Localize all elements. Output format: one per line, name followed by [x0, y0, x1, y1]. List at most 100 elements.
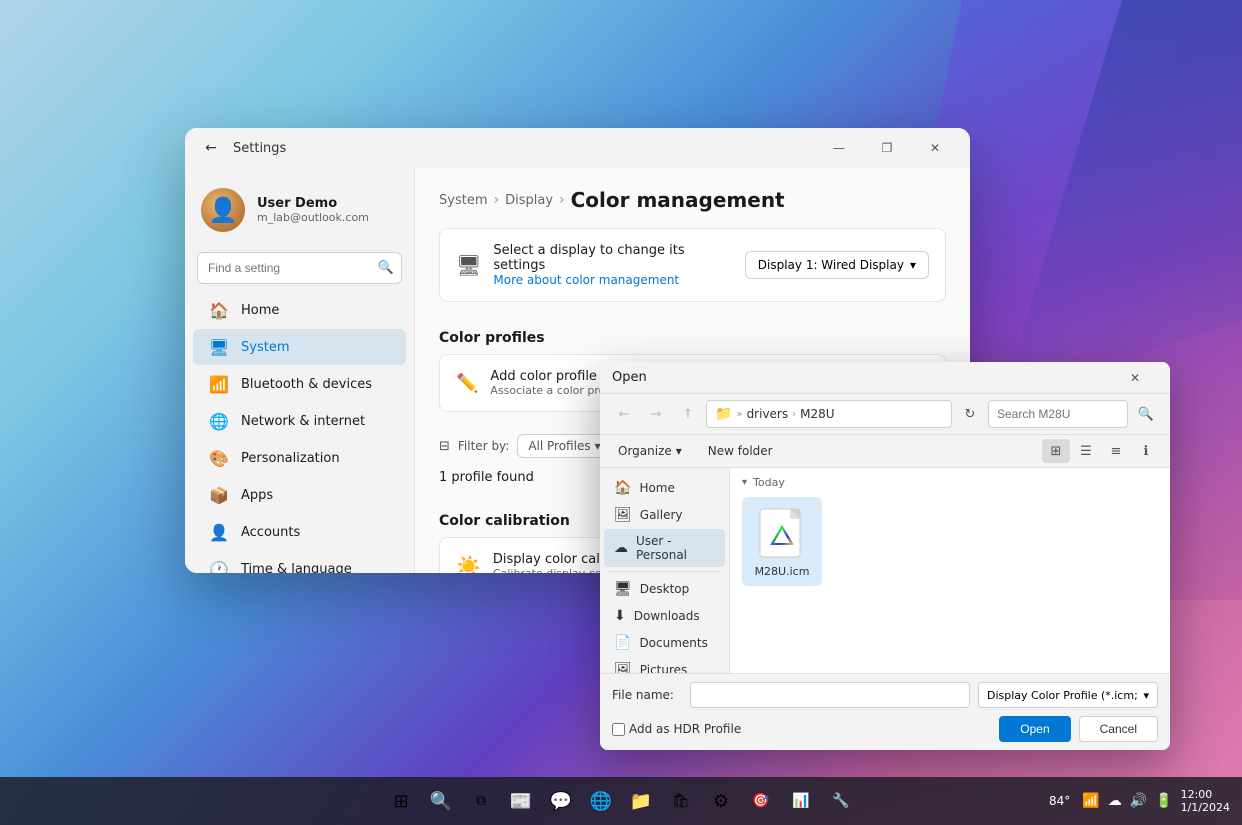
dialog-nav-pictures[interactable]: 🖼 Pictures: [604, 657, 725, 673]
monitor-icon: 🖥: [456, 253, 481, 277]
taskbar-center: ⊞ 🔍 ⧉ 📰 💬 🌐 📁 🛍 ⚙ 🎯 📊 🔧: [383, 783, 859, 819]
forward-arrow[interactable]: →: [642, 402, 670, 426]
filter-select[interactable]: All Profiles ▾: [517, 434, 611, 458]
path-segment-m28u[interactable]: M28U: [800, 407, 834, 421]
avatar: 👤: [201, 188, 245, 232]
home-icon: 🏠: [209, 300, 229, 320]
taskbar-app2[interactable]: 📊: [783, 783, 819, 819]
maximize-button[interactable]: ❐: [864, 133, 910, 163]
file-grid: M28U.icm: [742, 497, 1158, 586]
user-personal-icon: ☁: [614, 540, 628, 556]
taskbar-network-icon[interactable]: 📶: [1082, 793, 1099, 809]
dialog-controls: ✕: [1112, 363, 1158, 393]
taskbar-search-button[interactable]: 🔍: [423, 783, 459, 819]
sidebar-item-home-label: Home: [241, 303, 279, 318]
window-controls: — ❐ ✕: [816, 133, 958, 163]
sidebar-item-network[interactable]: 🌐 Network & internet: [193, 403, 406, 439]
sidebar-item-bluetooth[interactable]: 📶 Bluetooth & devices: [193, 366, 406, 402]
filename-input[interactable]: [690, 682, 970, 708]
dialog-nav-home[interactable]: 🏠 Home: [604, 475, 725, 501]
sidebar-item-system[interactable]: 🖥 System: [193, 329, 406, 365]
taskbar-battery-icon[interactable]: 🔋: [1155, 793, 1172, 809]
taskbar-file-explorer-button[interactable]: 📁: [623, 783, 659, 819]
taskbar-onedrive-icon[interactable]: ☁: [1108, 793, 1122, 809]
file-item-m28u[interactable]: M28U.icm: [742, 497, 822, 586]
dialog-titlebar: Open ✕: [600, 362, 1170, 394]
cancel-button[interactable]: Cancel: [1079, 716, 1158, 742]
taskbar-app3[interactable]: 🔧: [823, 783, 859, 819]
taskbar-settings-button[interactable]: ⚙: [703, 783, 739, 819]
dialog-nav-gallery[interactable]: 🖼 Gallery: [604, 502, 725, 528]
open-button[interactable]: Open: [999, 716, 1070, 742]
chevron-down-icon: ▾: [910, 258, 916, 272]
dialog-close-button[interactable]: ✕: [1112, 363, 1158, 393]
dialog-right-panel: ▾ Today: [730, 468, 1170, 673]
taskbar-edge-button[interactable]: 🌐: [583, 783, 619, 819]
organize-button[interactable]: Organize ▾: [610, 441, 690, 461]
search-go-button[interactable]: 🔍: [1132, 402, 1160, 426]
close-button[interactable]: ✕: [912, 133, 958, 163]
filter-option: All Profiles: [528, 439, 590, 453]
taskbar-chat-button[interactable]: 💬: [543, 783, 579, 819]
minimize-button[interactable]: —: [816, 133, 862, 163]
info-button[interactable]: ℹ: [1132, 439, 1160, 463]
titlebar: ← Settings — ❐ ✕: [185, 128, 970, 168]
dialog-nav-downloads-label: Downloads: [634, 609, 700, 623]
dialog-nav-documents[interactable]: 📄 Documents: [604, 630, 725, 656]
back-button[interactable]: ←: [197, 134, 225, 162]
display-dropdown[interactable]: Display 1: Wired Display ▾: [745, 251, 929, 279]
home-icon: 🏠: [614, 480, 631, 496]
taskbar-store-button[interactable]: 🛍: [663, 783, 699, 819]
hdr-checkbox-input[interactable]: [612, 723, 625, 736]
taskbar-volume-icon[interactable]: 🔊: [1130, 793, 1147, 809]
breadcrumb-current: Color management: [571, 188, 785, 212]
sidebar-item-personalization[interactable]: 🎨 Personalization: [193, 440, 406, 476]
list-view-button[interactable]: ☰: [1072, 439, 1100, 463]
display-select-title: Select a display to change its settings: [493, 243, 732, 273]
dialog-nav-downloads[interactable]: ⬇ Downloads: [604, 603, 725, 629]
accounts-icon: 👤: [209, 522, 229, 542]
up-arrow[interactable]: ↑: [674, 402, 702, 426]
bluetooth-icon: 📶: [209, 374, 229, 394]
taskbar-widgets-button[interactable]: 📰: [503, 783, 539, 819]
sidebar-item-home[interactable]: 🏠 Home: [193, 292, 406, 328]
refresh-button[interactable]: ↻: [956, 402, 984, 426]
dialog-search-input[interactable]: [988, 400, 1128, 428]
dialog-nav-documents-label: Documents: [639, 636, 707, 650]
search-input[interactable]: [197, 252, 402, 284]
user-profile: 👤 User Demo m_lab@outlook.com: [185, 176, 414, 248]
new-folder-button[interactable]: New folder: [698, 441, 783, 461]
sidebar-item-accounts[interactable]: 👤 Accounts: [193, 514, 406, 550]
chevron-down-icon: ▾: [676, 444, 682, 458]
dialog-nav-desktop[interactable]: 🖥 Desktop: [604, 576, 725, 602]
today-chevron[interactable]: ▾: [742, 477, 747, 488]
documents-icon: 📄: [614, 635, 631, 651]
color-profiles-title: Color profiles: [439, 314, 946, 354]
dialog-bottom: File name: Display Color Profile (*.icm;…: [600, 673, 1170, 750]
breadcrumb-system[interactable]: System: [439, 193, 487, 208]
dialog-toolbar: Organize ▾ New folder ⊞ ☰ ≡ ℹ: [600, 435, 1170, 468]
taskbar-temp: 84°: [1049, 794, 1070, 808]
taskbar-task-view-button[interactable]: ⧉: [463, 783, 499, 819]
sidebar-item-network-label: Network & internet: [241, 414, 365, 429]
details-view-button[interactable]: ≡: [1102, 439, 1130, 463]
color-management-link[interactable]: More about color management: [493, 273, 732, 287]
filetype-dropdown[interactable]: Display Color Profile (*.icm; *.ic ▾: [978, 682, 1158, 708]
dialog-nav-user-personal[interactable]: ☁ User - Personal: [604, 529, 725, 567]
gallery-icon: 🖼: [614, 507, 632, 523]
large-icons-view-button[interactable]: ⊞: [1042, 439, 1070, 463]
sidebar-item-system-label: System: [241, 340, 289, 355]
action-row: Add as HDR Profile Open Cancel: [612, 716, 1158, 742]
personalization-icon: 🎨: [209, 448, 229, 468]
display-select-card: 🖥 Select a display to change its setting…: [439, 228, 946, 302]
taskbar: ⊞ 🔍 ⧉ 📰 💬 🌐 📁 🛍 ⚙ 🎯 📊 🔧 84° 📶 ☁ 🔊 🔋 12:0…: [0, 777, 1242, 825]
sidebar-item-apps[interactable]: 📦 Apps: [193, 477, 406, 513]
sidebar-item-time[interactable]: 🕐 Time & language: [193, 551, 406, 573]
back-arrow[interactable]: ←: [610, 402, 638, 426]
taskbar-start-button[interactable]: ⊞: [383, 783, 419, 819]
path-segment-drivers[interactable]: drivers: [747, 407, 789, 421]
breadcrumb-display[interactable]: Display: [505, 193, 553, 208]
hdr-checkbox-label[interactable]: Add as HDR Profile: [612, 722, 741, 736]
taskbar-app1[interactable]: 🎯: [743, 783, 779, 819]
downloads-icon: ⬇: [614, 608, 626, 624]
